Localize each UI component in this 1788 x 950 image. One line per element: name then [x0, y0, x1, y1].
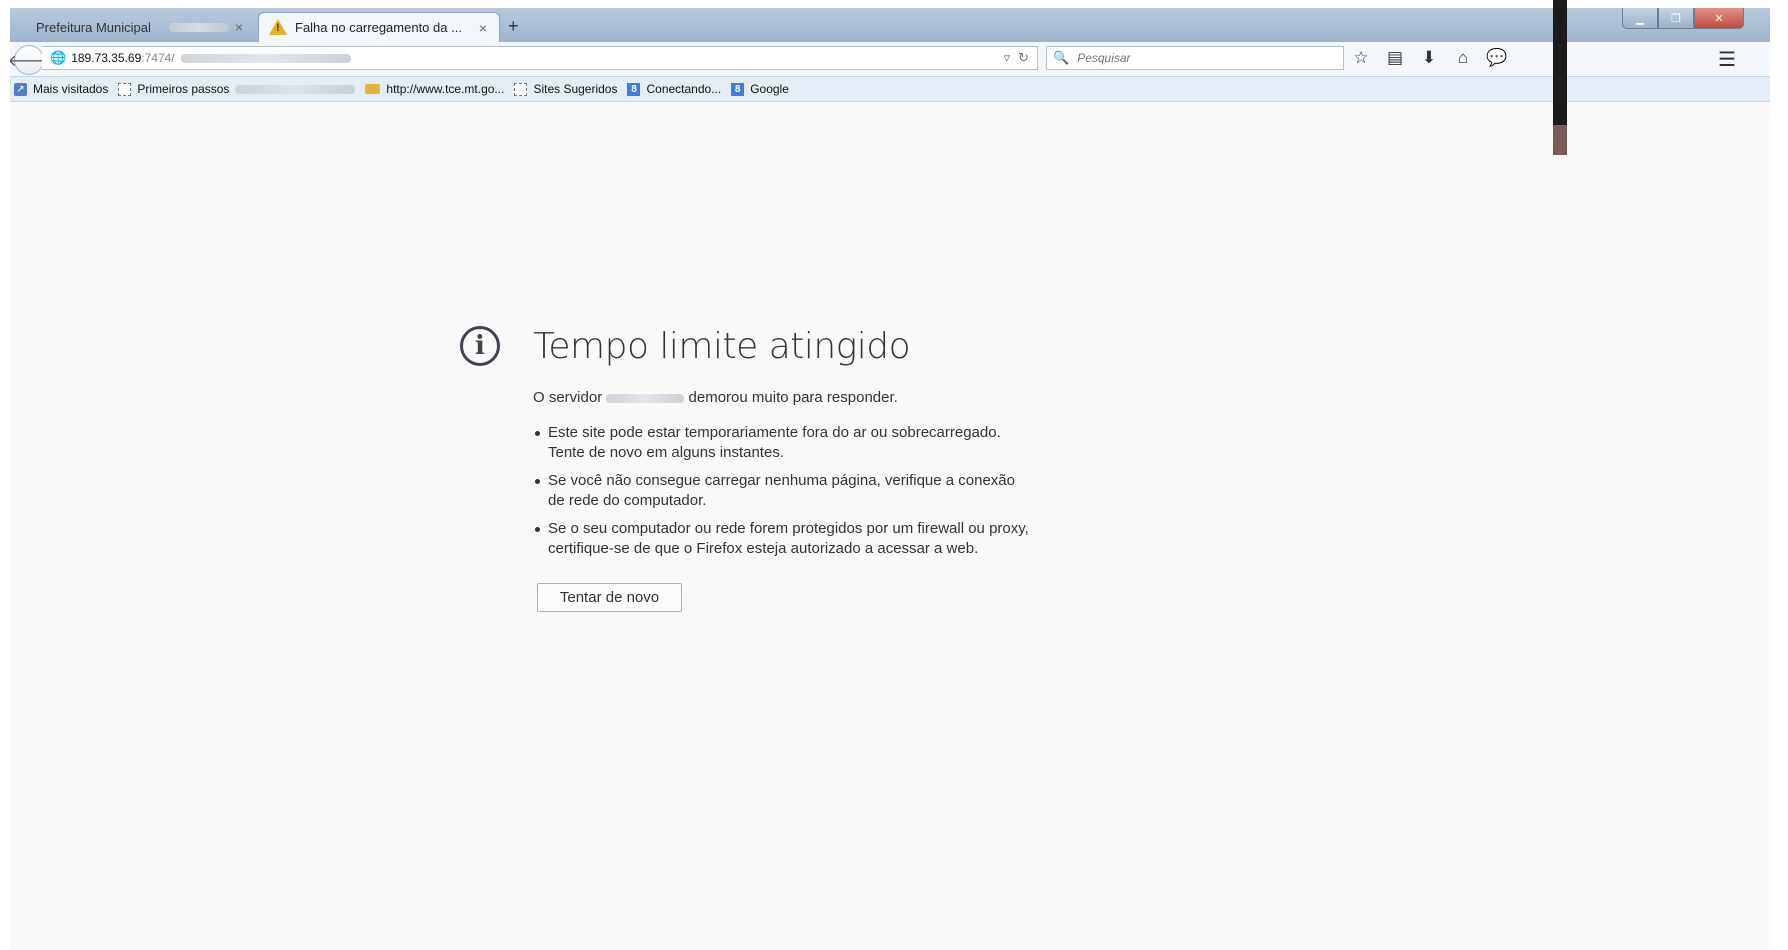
scrollbar-thumb[interactable] — [1553, 125, 1567, 155]
tab-title: Falha no carregamento da ... — [295, 20, 462, 35]
search-bar[interactable]: 🔍 — [1046, 46, 1344, 70]
search-icon: 🔍 — [1053, 50, 1070, 65]
blurred-url-path — [180, 53, 351, 63]
new-tab-button[interactable]: + — [508, 16, 519, 37]
scrollbar[interactable] — [1553, 0, 1567, 942]
menu-icon[interactable]: ☰ — [1718, 47, 1736, 72]
error-desc-prefix: O servidor — [533, 389, 603, 406]
blurred-text — [168, 22, 229, 32]
bookmark-primeiros-passos[interactable]: Primeiros passos — [118, 82, 356, 96]
info-icon: i — [460, 326, 500, 366]
error-description: O servidor demorou muito para responder. — [533, 389, 898, 406]
tab-close-icon[interactable]: × — [235, 19, 243, 35]
back-button[interactable]: 🡐 — [10, 45, 50, 75]
error-suggestions: Este site pode estar temporariamente for… — [533, 423, 1033, 567]
bookmark-label: Mais visitados — [33, 82, 109, 96]
reading-list-icon[interactable]: ▤ — [1384, 47, 1406, 69]
browser-window: Prefeitura Municipal × ! Falha no carreg… — [10, 8, 1770, 950]
bookmark-sites-sugeridos[interactable]: Sites Sugeridos — [514, 82, 617, 96]
tab-close-icon[interactable]: × — [479, 20, 487, 36]
dropdown-icon[interactable]: ▿ — [1004, 50, 1011, 66]
chat-icon[interactable]: 💬 — [1486, 47, 1508, 69]
toolbar-icons: ☆ ▤ ⬇ ⌂ 💬 — [1350, 47, 1508, 69]
error-desc-suffix: demorou muito para responder. — [688, 389, 898, 406]
retry-button[interactable]: Tentar de novo — [537, 583, 682, 612]
bookmark-label: Primeiros passos — [137, 82, 230, 96]
page-icon — [514, 82, 528, 96]
list-item: Se o seu computador ou rede forem proteg… — [533, 519, 1033, 559]
globe-icon: 🌐 — [50, 50, 67, 65]
bookmark-conectando[interactable]: 8 Conectando... — [627, 82, 721, 96]
list-item: Este site pode estar temporariamente for… — [533, 423, 1033, 463]
star-icon[interactable]: ☆ — [1350, 47, 1372, 69]
reload-icon[interactable]: ↻ — [1018, 50, 1029, 66]
home-icon[interactable]: ⌂ — [1452, 47, 1474, 69]
search-input[interactable] — [1075, 50, 1320, 66]
error-title: Tempo limite atingido — [533, 326, 911, 367]
bookmark-google[interactable]: 8 Google — [731, 82, 789, 96]
url-bar[interactable]: 🌐 189.73.35.69 :7474/ ▿ ↻ — [42, 46, 1038, 70]
maximize-button[interactable]: ❐ — [1658, 8, 1694, 29]
tab-prefeitura[interactable]: Prefeitura Municipal × — [10, 12, 255, 42]
tab-title: Prefeitura Municipal — [36, 19, 151, 35]
bookmark-label: http://www.tce.mt.go... — [386, 82, 505, 96]
g8-icon: 8 — [731, 82, 745, 96]
tab-falha[interactable]: ! Falha no carregamento da ... × — [258, 12, 500, 42]
blurred-server-name — [606, 393, 685, 403]
bookmarks-bar: ↗ Mais visitados Primeiros passos http:/… — [10, 77, 1770, 102]
url-actions: ▿ ↻ — [1004, 50, 1029, 66]
title-bar: Prefeitura Municipal × ! Falha no carreg… — [10, 8, 1770, 42]
warning-icon: ! — [269, 19, 287, 35]
close-button[interactable]: ✕ — [1694, 8, 1744, 29]
g8-icon: 8 — [627, 82, 641, 96]
bookmark-label: Google — [750, 82, 789, 96]
scrollbar-dark — [1553, 0, 1567, 125]
url-host: 189.73.35.69 — [71, 51, 142, 65]
most-visited-icon: ↗ — [14, 82, 27, 96]
bookmark-mais-visitados[interactable]: ↗ Mais visitados — [14, 82, 108, 96]
bookmark-label: Conectando... — [646, 82, 722, 96]
list-item: Se você não consegue carregar nenhuma pá… — [533, 471, 1033, 511]
bookmark-tce[interactable]: http://www.tce.mt.go... — [365, 82, 504, 96]
page-icon — [118, 82, 132, 96]
window-controls: ▁ ❐ ✕ — [1622, 8, 1744, 29]
navigation-bar: 🡐 🌐 189.73.35.69 :7474/ ▿ ↻ 🔍 ☆ ▤ ⬇ ⌂ 💬 … — [10, 42, 1770, 77]
url-port: :7474/ — [141, 51, 175, 65]
minimize-button[interactable]: ▁ — [1622, 8, 1658, 29]
bookmark-label: Sites Sugeridos — [533, 82, 618, 96]
blurred-bookmark — [235, 84, 356, 94]
download-icon[interactable]: ⬇ — [1418, 47, 1440, 69]
folder-icon — [365, 84, 381, 94]
